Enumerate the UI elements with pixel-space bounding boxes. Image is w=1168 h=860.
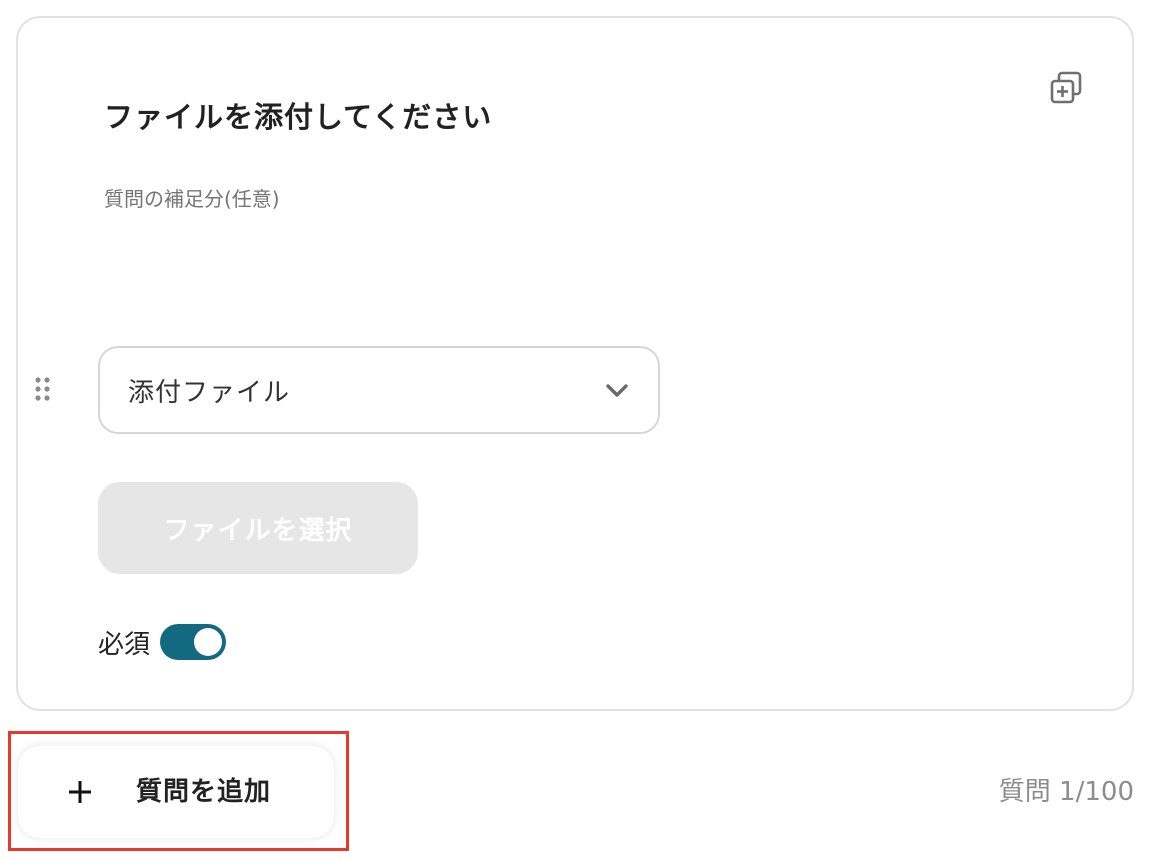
chevron-down-icon (604, 377, 630, 403)
question-description-input[interactable] (104, 182, 1004, 216)
required-label: 必須 (98, 629, 151, 660)
drag-handle-icon[interactable] (34, 376, 52, 402)
question-title[interactable]: ファイルを添付してください (104, 96, 492, 138)
required-toggle[interactable] (160, 624, 227, 660)
question-type-value: 添付ファイル (128, 377, 291, 408)
question-type-select[interactable]: 添付ファイル (98, 346, 660, 434)
required-setting: 必須 (98, 620, 227, 664)
toggle-knob (194, 628, 223, 656)
duplicate-add-icon (1050, 71, 1082, 104)
duplicate-question-button[interactable] (1046, 68, 1086, 108)
plus-icon (69, 781, 91, 803)
select-file-button[interactable]: ファイルを選択 (98, 482, 418, 574)
add-question-label: 質問を追加 (136, 777, 272, 807)
add-question-button[interactable]: 質問を追加 (18, 746, 334, 838)
question-counter: 質問 1/100 (998, 777, 1134, 807)
